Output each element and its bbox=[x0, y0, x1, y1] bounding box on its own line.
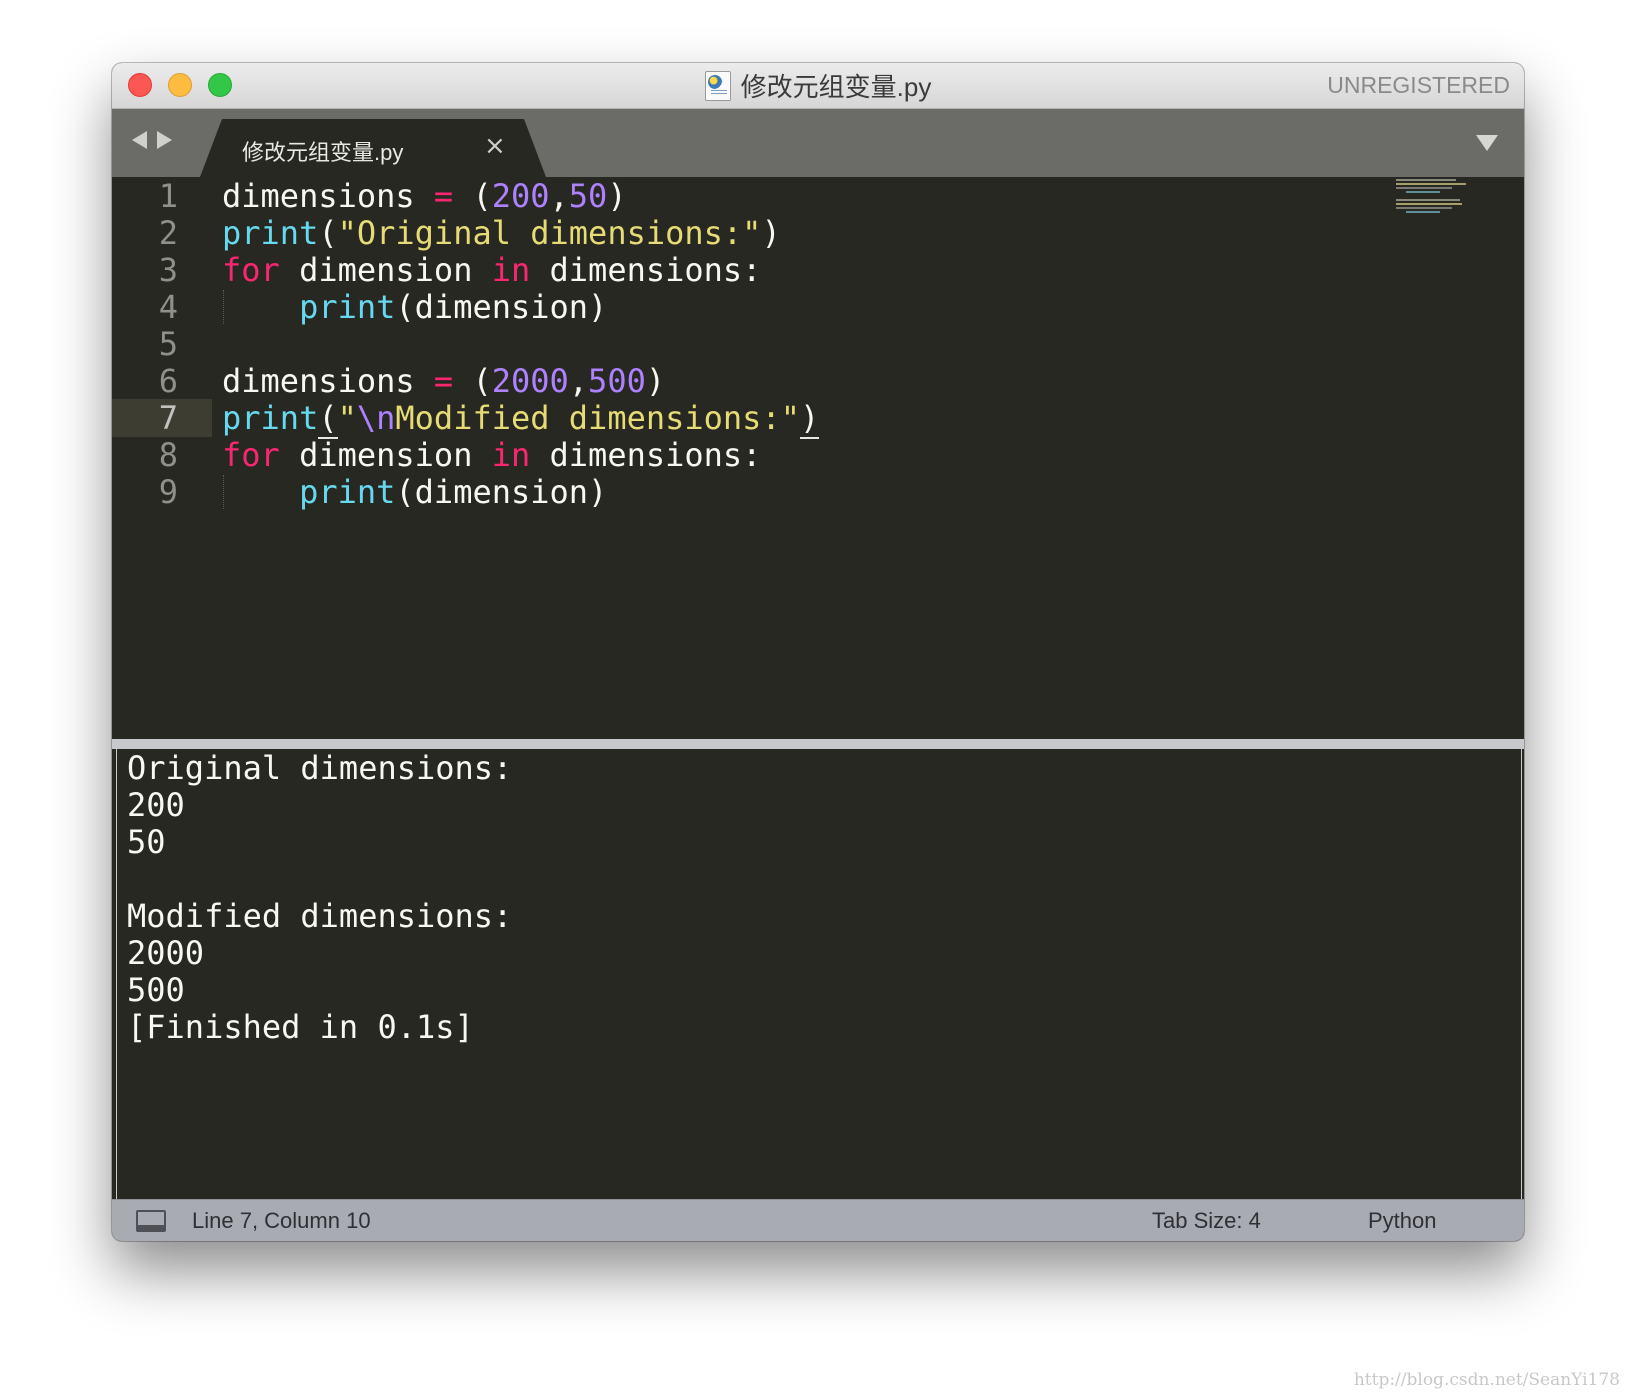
line-number: 3 bbox=[158, 251, 178, 289]
unregistered-badge: UNREGISTERED bbox=[1327, 72, 1510, 98]
code-line: 6 dimensions = (2000,500) bbox=[112, 362, 1524, 400]
code-editor[interactable]: 1 dimensions = (200,50) 2 print("Origina… bbox=[112, 177, 1524, 739]
window-title: 修改元组变量.py bbox=[112, 63, 1524, 108]
tab-active-file[interactable]: 修改元组变量.py × bbox=[200, 119, 546, 177]
status-bar: Line 7, Column 10 Tab Size: 4 Python bbox=[112, 1199, 1524, 1241]
code-text: print(dimension) bbox=[299, 473, 608, 511]
code-line: 3 for dimension in dimensions: bbox=[112, 251, 1524, 289]
bracket-match: ) bbox=[799, 399, 820, 439]
tab-navigation bbox=[132, 131, 172, 149]
bracket-match: ( bbox=[318, 399, 338, 439]
build-output-panel[interactable]: Original dimensions: 200 50 Modified dim… bbox=[116, 749, 1522, 1241]
code-line: 1 dimensions = (200,50) bbox=[112, 177, 1524, 215]
line-number: 2 bbox=[158, 214, 178, 252]
panel-splitter[interactable] bbox=[112, 739, 1524, 749]
watermark: http://blog.csdn.net/SeanYi178 bbox=[1353, 1370, 1620, 1390]
panel-toggle-icon[interactable] bbox=[136, 1210, 166, 1232]
title-bar[interactable]: 修改元组变量.py UNREGISTERED bbox=[112, 63, 1524, 109]
code-line: 9 print(dimension) bbox=[112, 473, 1524, 511]
code-line-current: 7 print("\nModified dimensions:") bbox=[112, 399, 1524, 439]
code-text: dimensions = (2000,500) bbox=[222, 362, 666, 400]
code-text: print("Original dimensions:") bbox=[222, 214, 781, 252]
previous-tab-icon[interactable] bbox=[132, 131, 147, 149]
output-line: 200 bbox=[127, 786, 185, 824]
python-file-icon bbox=[704, 70, 731, 101]
next-tab-icon[interactable] bbox=[157, 131, 172, 149]
code-line: 4 print(dimension) bbox=[112, 288, 1524, 326]
window-title-text: 修改元组变量.py bbox=[740, 72, 932, 102]
cursor-position: Line 7, Column 10 bbox=[192, 1208, 371, 1233]
output-line: 500 bbox=[127, 971, 185, 1009]
code-line: 2 print("Original dimensions:") bbox=[112, 214, 1524, 252]
tab-list-dropdown-icon[interactable] bbox=[1476, 135, 1498, 151]
output-line: 50 bbox=[127, 823, 166, 861]
line-number: 9 bbox=[158, 473, 178, 511]
line-number: 7 bbox=[158, 399, 178, 437]
code-line: 5 bbox=[112, 325, 1524, 363]
line-number: 8 bbox=[158, 436, 178, 474]
editor-window: 修改元组变量.py UNREGISTERED 修改元组变量.py × 1 dim… bbox=[112, 63, 1524, 1241]
code-text: print("\nModified dimensions:") bbox=[222, 399, 820, 439]
tab-close-icon[interactable]: × bbox=[484, 131, 506, 161]
output-line: [Finished in 0.1s] bbox=[127, 1008, 474, 1046]
syntax-selector[interactable]: Python bbox=[1368, 1200, 1437, 1241]
line-number: 4 bbox=[158, 288, 178, 326]
code-text: for dimension in dimensions: bbox=[222, 251, 762, 289]
output-line: 2000 bbox=[127, 934, 205, 972]
code-text: print(dimension) bbox=[299, 288, 608, 326]
line-number: 5 bbox=[158, 325, 178, 363]
tab-label: 修改元组变量.py bbox=[242, 140, 404, 165]
code-line: 8 for dimension in dimensions: bbox=[112, 436, 1524, 474]
code-text: for dimension in dimensions: bbox=[222, 436, 762, 474]
output-line: Modified dimensions: bbox=[127, 897, 513, 935]
code-text: dimensions = (200,50) bbox=[222, 177, 627, 215]
line-number: 1 bbox=[158, 177, 178, 215]
tab-bar: 修改元组变量.py × bbox=[112, 109, 1524, 177]
output-line: Original dimensions: bbox=[127, 749, 513, 787]
tab-size-selector[interactable]: Tab Size: 4 bbox=[1152, 1200, 1261, 1241]
line-number: 6 bbox=[158, 362, 178, 400]
